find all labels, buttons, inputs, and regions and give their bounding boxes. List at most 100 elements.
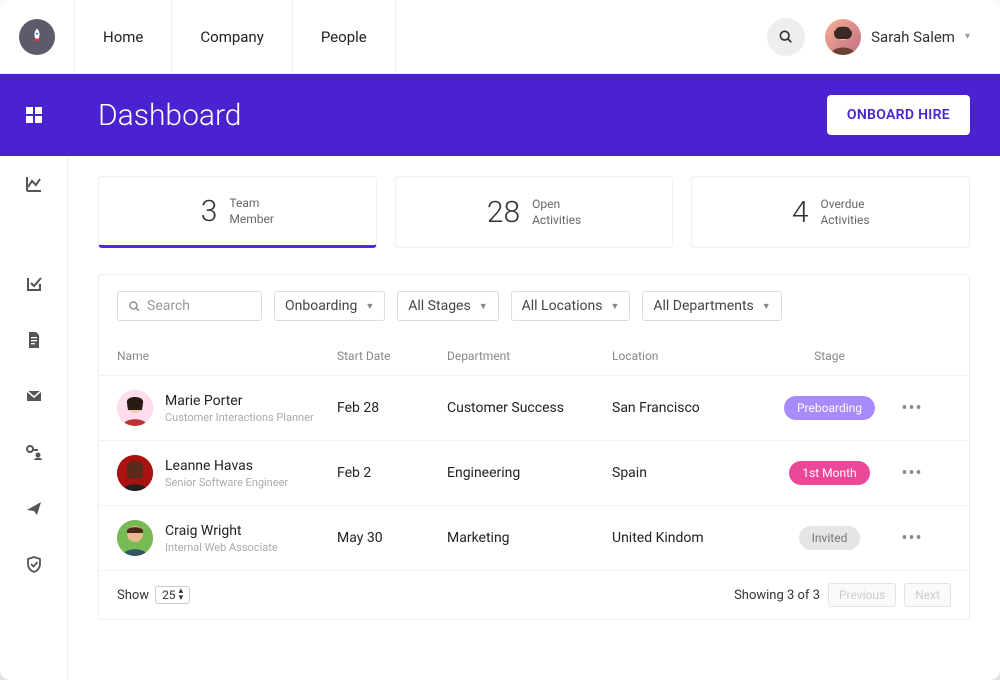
stat-open-activities[interactable]: 28 OpenActivities (395, 176, 674, 248)
filter-departments[interactable]: All Departments▼ (642, 291, 781, 321)
key-user-icon (25, 443, 43, 461)
document-icon (25, 331, 43, 349)
search-button[interactable] (767, 18, 805, 56)
filters-row: Search Onboarding▼ All Stages▼ All Locat… (99, 275, 969, 337)
avatar (117, 520, 153, 556)
cell-start-date: May 30 (337, 530, 447, 546)
table-footer: Show 25▴▾ Showing 3 of 3 Previous Next (99, 570, 969, 619)
logo[interactable] (0, 19, 74, 55)
avatar (117, 455, 153, 491)
stats-row: 3 TeamMember 28 OpenActivities 4 Overdue… (68, 156, 1000, 248)
chevron-down-icon: ▼ (365, 301, 374, 312)
chevron-down-icon: ▼ (610, 301, 619, 312)
nav-people[interactable]: People (293, 0, 396, 73)
sidebar-item-access[interactable] (0, 424, 68, 480)
user-name: Sarah Salem (871, 28, 955, 46)
sidebar-item-security[interactable] (0, 536, 68, 592)
page-size-select[interactable]: 25▴▾ (155, 586, 190, 604)
cell-location: San Francisco (612, 400, 772, 416)
stat-team-members[interactable]: 3 TeamMember (98, 176, 377, 248)
filter-status[interactable]: Onboarding▼ (274, 291, 385, 321)
sidebar-item-analytics[interactable] (0, 156, 68, 212)
col-department: Department (447, 349, 612, 363)
hires-panel: Search Onboarding▼ All Stages▼ All Locat… (98, 274, 970, 620)
chart-icon (25, 175, 43, 193)
col-stage: Stage (772, 349, 887, 363)
table-body: Marie Porter Customer Interactions Planne… (99, 375, 969, 570)
user-avatar (825, 19, 861, 55)
table-row[interactable]: Marie Porter Customer Interactions Planne… (99, 375, 969, 440)
stat-value: 28 (487, 195, 520, 230)
stat-label: OpenActivities (532, 196, 581, 228)
body: Dashboard ONBOARD HIRE 3 TeamMember 28 O… (0, 74, 1000, 680)
sidebar-item-dashboard[interactable] (0, 74, 68, 156)
cell-department: Marketing (447, 530, 612, 546)
stage-badge: 1st Month (789, 461, 869, 485)
col-start-date: Start Date (337, 349, 447, 363)
stat-value: 3 (201, 194, 218, 229)
hire-name: Craig Wright (165, 523, 278, 539)
row-actions-button[interactable]: ••• (887, 528, 937, 549)
stat-label: TeamMember (229, 195, 274, 227)
top-nav: Home Company People (74, 0, 396, 73)
search-input[interactable]: Search (117, 291, 262, 321)
stat-overdue-activities[interactable]: 4 OverdueActivities (691, 176, 970, 248)
hire-role: Customer Interactions Planner (165, 411, 314, 424)
stage-badge: Preboarding (784, 396, 875, 420)
hire-name: Marie Porter (165, 393, 314, 409)
sidebar (0, 74, 68, 680)
col-location: Location (612, 349, 772, 363)
page-banner: Dashboard ONBOARD HIRE (68, 74, 1000, 156)
cell-location: Spain (612, 465, 772, 481)
stat-label: OverdueActivities (820, 196, 869, 228)
table-row[interactable]: Leanne Havas Senior Software Engineer Feb … (99, 440, 969, 505)
table-header: Name Start Date Department Location Stag… (99, 337, 969, 375)
hire-name: Leanne Havas (165, 458, 288, 474)
cell-department: Customer Success (447, 400, 612, 416)
sidebar-item-documents[interactable] (0, 312, 68, 368)
col-name: Name (117, 349, 337, 363)
sidebar-item-mail[interactable] (0, 368, 68, 424)
top-bar-right: Sarah Salem ▾ (767, 18, 1000, 56)
chevron-down-icon: ▼ (762, 301, 771, 312)
content: Dashboard ONBOARD HIRE 3 TeamMember 28 O… (68, 74, 1000, 680)
filter-stages[interactable]: All Stages▼ (397, 291, 498, 321)
page-title: Dashboard (98, 98, 241, 133)
plane-icon (25, 499, 43, 517)
rocket-icon (19, 19, 55, 55)
cell-start-date: Feb 2 (337, 465, 447, 481)
user-menu[interactable]: Sarah Salem ▾ (825, 19, 970, 55)
grid-icon (25, 106, 43, 124)
cell-location: United Kindom (612, 530, 772, 546)
filter-locations[interactable]: All Locations▼ (511, 291, 631, 321)
chevron-down-icon: ▼ (479, 301, 488, 312)
top-bar: Home Company People Sarah Salem ▾ (0, 0, 1000, 74)
next-button[interactable]: Next (904, 583, 951, 607)
chevron-down-icon: ▾ (965, 31, 970, 42)
sidebar-item-tasks[interactable] (0, 256, 68, 312)
cell-department: Engineering (447, 465, 612, 481)
row-actions-button[interactable]: ••• (887, 398, 937, 419)
avatar (117, 390, 153, 426)
check-icon (25, 275, 43, 293)
stage-badge: Invited (799, 526, 861, 550)
mail-icon (25, 387, 43, 405)
row-actions-button[interactable]: ••• (887, 463, 937, 484)
nav-home[interactable]: Home (74, 0, 172, 73)
hire-role: Senior Software Engineer (165, 476, 288, 489)
show-label: Show (117, 588, 149, 603)
app-window: Home Company People Sarah Salem ▾ (0, 0, 1000, 680)
search-icon (128, 300, 141, 313)
stat-value: 4 (792, 195, 809, 230)
shield-icon (25, 555, 43, 573)
nav-company[interactable]: Company (172, 0, 292, 73)
cell-start-date: Feb 28 (337, 400, 447, 416)
table-row[interactable]: Craig Wright Internal Web Associate May 30… (99, 505, 969, 570)
onboard-hire-button[interactable]: ONBOARD HIRE (827, 95, 970, 135)
sidebar-item-travel[interactable] (0, 480, 68, 536)
showing-text: Showing 3 of 3 (734, 588, 820, 603)
search-placeholder: Search (147, 298, 190, 314)
search-icon (778, 29, 794, 45)
hire-role: Internal Web Associate (165, 541, 278, 554)
prev-button[interactable]: Previous (828, 583, 896, 607)
